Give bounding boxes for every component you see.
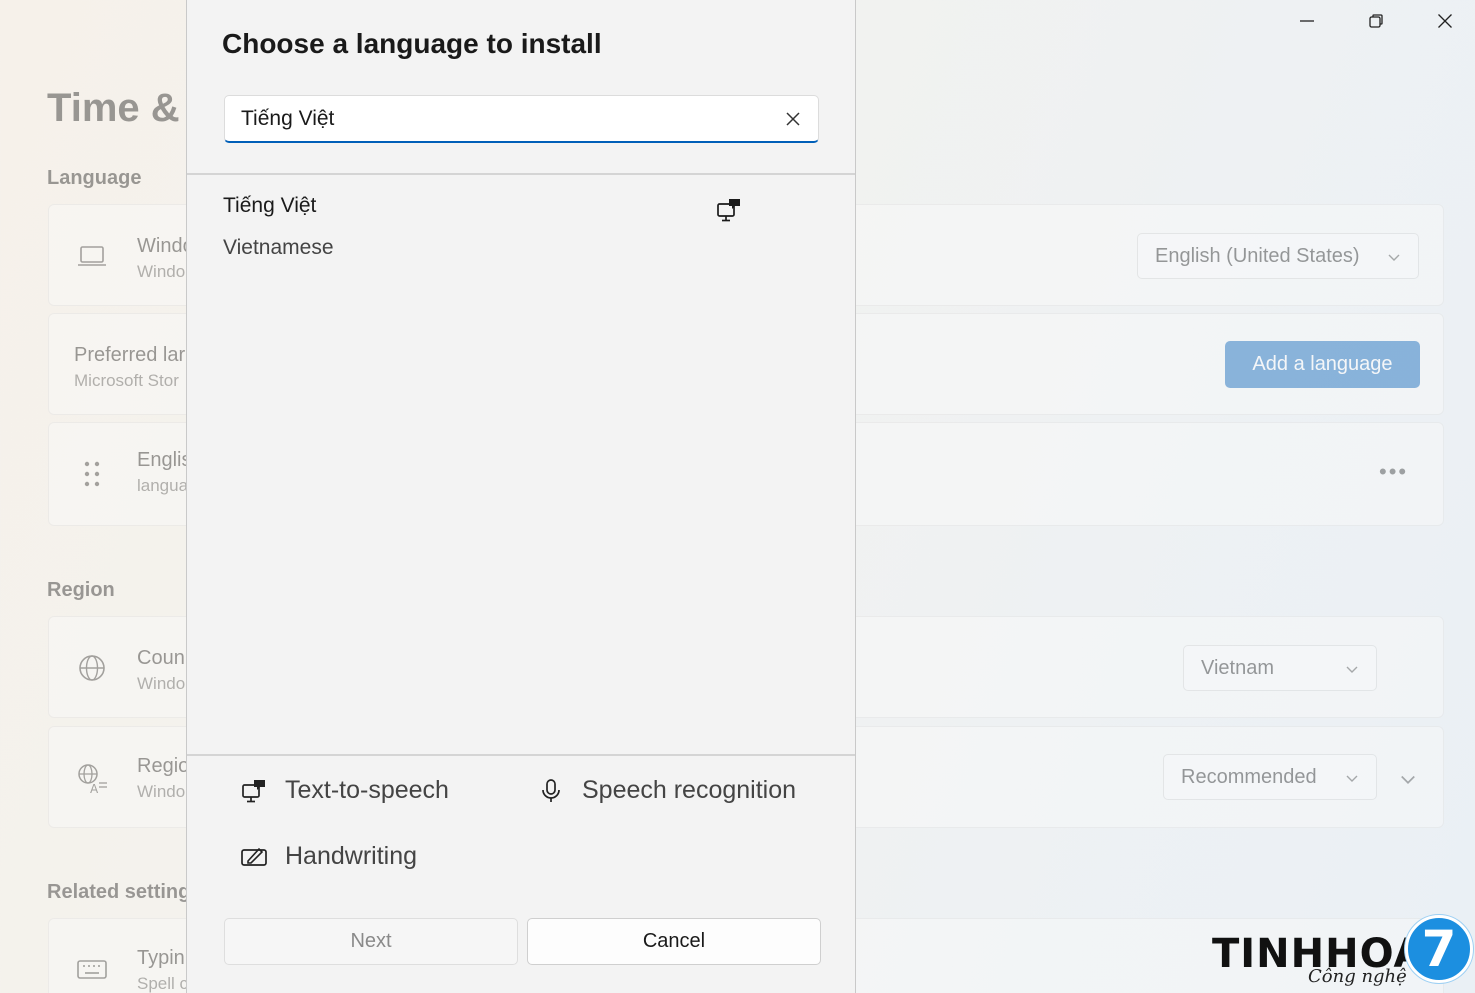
card-subtitle: langua xyxy=(137,476,189,495)
more-options-button[interactable]: ••• xyxy=(1379,459,1408,485)
laptop-icon xyxy=(75,239,109,273)
language-english-name: Vietnamese xyxy=(223,236,334,259)
card-subtitle: Windo xyxy=(137,674,186,693)
language-search-input[interactable] xyxy=(241,106,761,131)
choose-language-dialog: Choose a language to install Tiếng Việt … xyxy=(186,0,856,993)
keyboard-icon xyxy=(75,952,109,986)
page-title: Time & xyxy=(47,86,180,130)
regional-format-dropdown[interactable]: Recommended xyxy=(1163,754,1377,800)
feature-handwriting: Handwriting xyxy=(240,842,417,871)
divider xyxy=(187,754,855,756)
section-related-settings: Related setting xyxy=(47,881,191,903)
chevron-down-icon xyxy=(1388,254,1400,261)
section-language: Language xyxy=(47,167,142,189)
divider xyxy=(187,173,855,175)
microphone-icon xyxy=(537,777,565,805)
chevron-down-icon xyxy=(1346,775,1358,782)
text-to-speech-icon xyxy=(717,199,740,222)
regional-format-icon: A xyxy=(75,761,109,796)
card-title: Coun xyxy=(137,647,185,669)
dropdown-value: Recommended xyxy=(1181,765,1317,788)
dropdown-value: English (United States) xyxy=(1155,244,1360,267)
add-language-button[interactable]: Add a language xyxy=(1225,341,1420,388)
feature-text-to-speech: Text-to-speech xyxy=(240,776,449,805)
card-title: Preferred lar xyxy=(74,344,186,366)
section-region: Region xyxy=(47,579,115,601)
feature-label: Text-to-speech xyxy=(285,776,449,804)
card-subtitle: Windo xyxy=(137,262,186,281)
feature-label: Handwriting xyxy=(285,842,418,870)
card-subtitle: Microsoft Stor xyxy=(74,371,179,390)
cancel-button[interactable]: Cancel xyxy=(527,918,821,965)
logo-badge: 7 xyxy=(1405,915,1473,983)
card-title: Englis xyxy=(137,449,192,471)
svg-text:A: A xyxy=(90,782,99,795)
handwriting-icon xyxy=(240,843,268,871)
card-subtitle: Windo xyxy=(137,782,186,801)
drag-handle-icon xyxy=(75,457,109,491)
country-dropdown[interactable]: Vietnam xyxy=(1183,645,1377,691)
dialog-title: Choose a language to install xyxy=(222,28,602,59)
globe-icon xyxy=(75,651,109,685)
card-title: Regio xyxy=(137,755,190,777)
clear-search-icon[interactable] xyxy=(782,108,804,130)
chevron-down-icon xyxy=(1346,666,1358,673)
tinhhoa-logo: TINHHOA Công nghệ 7 xyxy=(1210,913,1475,993)
display-language-dropdown[interactable]: English (United States) xyxy=(1137,233,1419,279)
text-to-speech-icon xyxy=(240,777,268,805)
language-native-name: Tiếng Việt xyxy=(223,194,317,217)
feature-speech-recognition: Speech recognition xyxy=(537,776,796,805)
dropdown-value: Vietnam xyxy=(1201,656,1275,679)
language-result-item[interactable]: Tiếng Việt Vietnamese xyxy=(187,178,855,276)
logo-tagline: Công nghệ xyxy=(1308,966,1407,987)
card-title: Typin xyxy=(137,947,185,969)
expand-chevron-icon[interactable] xyxy=(1398,769,1418,789)
feature-label: Speech recognition xyxy=(582,776,797,804)
language-search-box[interactable] xyxy=(224,95,819,143)
card-subtitle: Spell c xyxy=(137,974,189,993)
next-button[interactable]: Next xyxy=(224,918,518,965)
